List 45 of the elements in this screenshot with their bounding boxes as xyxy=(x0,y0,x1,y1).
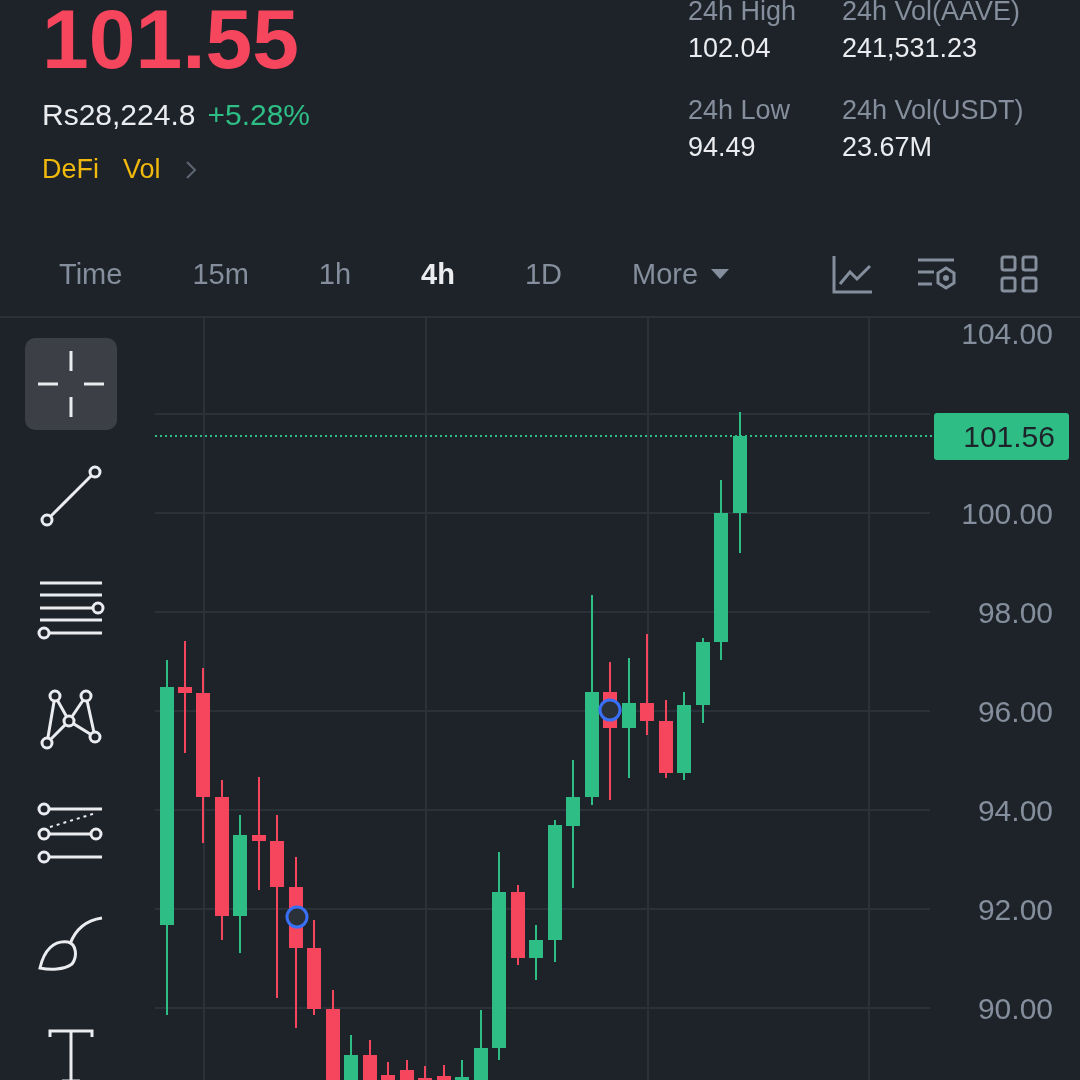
interval-tab[interactable]: 4h xyxy=(400,257,476,291)
current-price: 101.56 xyxy=(963,420,1055,453)
stat-value: 241,531.23 xyxy=(842,33,979,64)
order-marker[interactable] xyxy=(598,698,622,722)
price-axis-label: 92.00 xyxy=(977,893,1053,926)
price-axis-label: 104.00 xyxy=(961,318,1053,350)
candlestick xyxy=(529,924,543,981)
stat-value: 102.04 xyxy=(688,33,772,64)
last-price: 101.55 xyxy=(42,0,300,84)
candlestick xyxy=(344,1034,358,1080)
price-axis-label: 100.00 xyxy=(961,497,1053,530)
interval-tab[interactable]: 1D xyxy=(503,257,583,291)
caret-down-icon xyxy=(710,268,731,280)
category-tag[interactable]: Vol xyxy=(123,154,161,185)
candlestick xyxy=(455,1059,469,1080)
candlestick xyxy=(418,1065,432,1080)
candlestick xyxy=(381,1061,395,1080)
chart-indicator-icon[interactable] xyxy=(832,254,874,294)
interval-tab[interactable]: Time xyxy=(38,257,144,291)
fiat-price: Rs28,224.8 xyxy=(42,98,196,132)
category-tag[interactable]: DeFi xyxy=(42,154,99,185)
candlestick xyxy=(400,1059,414,1080)
stat-value: 23.67M xyxy=(842,132,934,163)
interval-tab[interactable]: 15m xyxy=(171,257,270,291)
crosshair-icon xyxy=(38,351,104,417)
candlestick xyxy=(437,1064,451,1080)
text-tool-icon xyxy=(46,1028,96,1080)
trend-line-icon xyxy=(38,463,104,529)
more-dropdown[interactable]: More xyxy=(611,257,752,291)
candlestick xyxy=(363,1039,377,1080)
stat-label: 24h High xyxy=(688,0,798,27)
interval-tab[interactable]: 1h xyxy=(297,257,373,291)
stat-label: 24h Low xyxy=(688,95,792,126)
grid-layout-icon[interactable] xyxy=(1000,255,1038,293)
price-change: +5.28% xyxy=(207,98,311,132)
price-axis-label: 98.00 xyxy=(977,596,1053,629)
candlestick xyxy=(474,1009,488,1080)
stat-value: 94.49 xyxy=(688,132,757,163)
price-axis-label: 90.00 xyxy=(977,992,1053,1025)
price-axis-label: 96.00 xyxy=(977,695,1053,728)
chevron-right-icon[interactable] xyxy=(184,159,197,180)
stat-label: 24h Vol(USDT) xyxy=(842,95,1025,126)
order-marker[interactable] xyxy=(285,905,309,929)
price-axis-label: 94.00 xyxy=(977,794,1053,827)
stat-label: 24h Vol(AAVE) xyxy=(842,0,1022,27)
